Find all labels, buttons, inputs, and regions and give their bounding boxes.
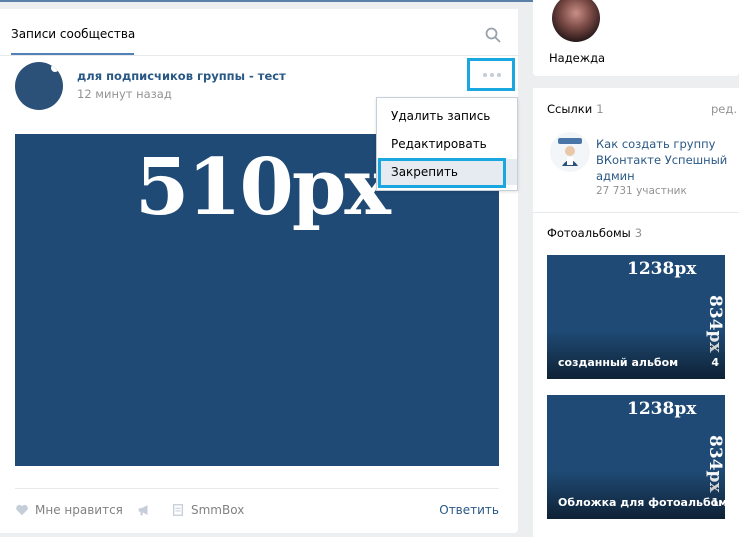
reply-button[interactable]: Ответить: [439, 503, 499, 517]
like-button[interactable]: Мне нравится: [15, 503, 123, 517]
post-more-button[interactable]: [467, 58, 515, 91]
album-photo-count: 1: [711, 496, 719, 509]
document-icon: [172, 504, 184, 516]
link-title[interactable]: Как создать группу ВКонтакте Успешный ад…: [596, 136, 728, 184]
menu-item-delete[interactable]: Удалить запись: [377, 103, 517, 129]
post-time[interactable]: 12 минут назад: [77, 87, 172, 101]
links-section-title[interactable]: Ссылки 1: [547, 102, 604, 116]
albums-title: Фотоальбомы: [547, 226, 631, 240]
admin-logo-icon: [558, 138, 582, 166]
megaphone-icon: [138, 505, 148, 516]
wall-tabs: Записи сообщества: [0, 9, 518, 56]
section-divider: [533, 212, 739, 213]
album-shade: [547, 471, 725, 519]
albums-count: 3: [634, 226, 643, 240]
smmbox-label: SmmBox: [191, 503, 245, 517]
share-button[interactable]: [137, 503, 151, 517]
album-card[interactable]: 1238px 834px созданный альбом 4: [547, 255, 725, 379]
album-name: созданный альбом: [558, 356, 679, 369]
post-image-text: 510px: [135, 142, 391, 233]
sidebar-card: Ссылки 1 ред. Как создать группу ВКонтакт…: [533, 88, 739, 537]
smmbox-button[interactable]: SmmBox: [171, 503, 244, 517]
active-tab-indicator: [11, 53, 134, 55]
album-name: Обложка для фотоальбома: [558, 496, 725, 509]
links-count: 1: [596, 102, 604, 116]
community-avatar[interactable]: [15, 62, 63, 110]
friend-card: Надежда: [533, 0, 739, 76]
search-icon[interactable]: [485, 27, 501, 43]
album-shade: [547, 331, 725, 379]
album-width-text: 1238px: [627, 399, 697, 419]
friend-name[interactable]: Надежда: [549, 51, 605, 65]
post-author[interactable]: для подписчиков группы - тест: [77, 69, 286, 83]
links-title: Ссылки: [547, 102, 593, 116]
album-photo-count: 4: [711, 356, 719, 369]
link-members: 27 731 участник: [596, 185, 687, 197]
pin-highlight-frame: [378, 158, 506, 188]
post-actions-bar: Мне нравится SmmBox Ответить: [15, 488, 499, 533]
friend-avatar[interactable]: [552, 0, 600, 42]
more-dots-icon: [483, 73, 501, 77]
album-card[interactable]: 1238px 834px Обложка для фотоальбома 1: [547, 395, 725, 519]
album-width-text: 1238px: [627, 259, 697, 279]
link-logo[interactable]: [550, 132, 590, 172]
edit-links-button[interactable]: ред.: [711, 102, 737, 116]
menu-item-edit[interactable]: Редактировать: [377, 131, 517, 157]
heart-icon: [16, 504, 28, 516]
like-label: Мне нравится: [35, 503, 123, 517]
tab-community-posts[interactable]: Записи сообщества: [11, 27, 135, 41]
albums-section-title[interactable]: Фотоальбомы 3: [547, 226, 642, 240]
